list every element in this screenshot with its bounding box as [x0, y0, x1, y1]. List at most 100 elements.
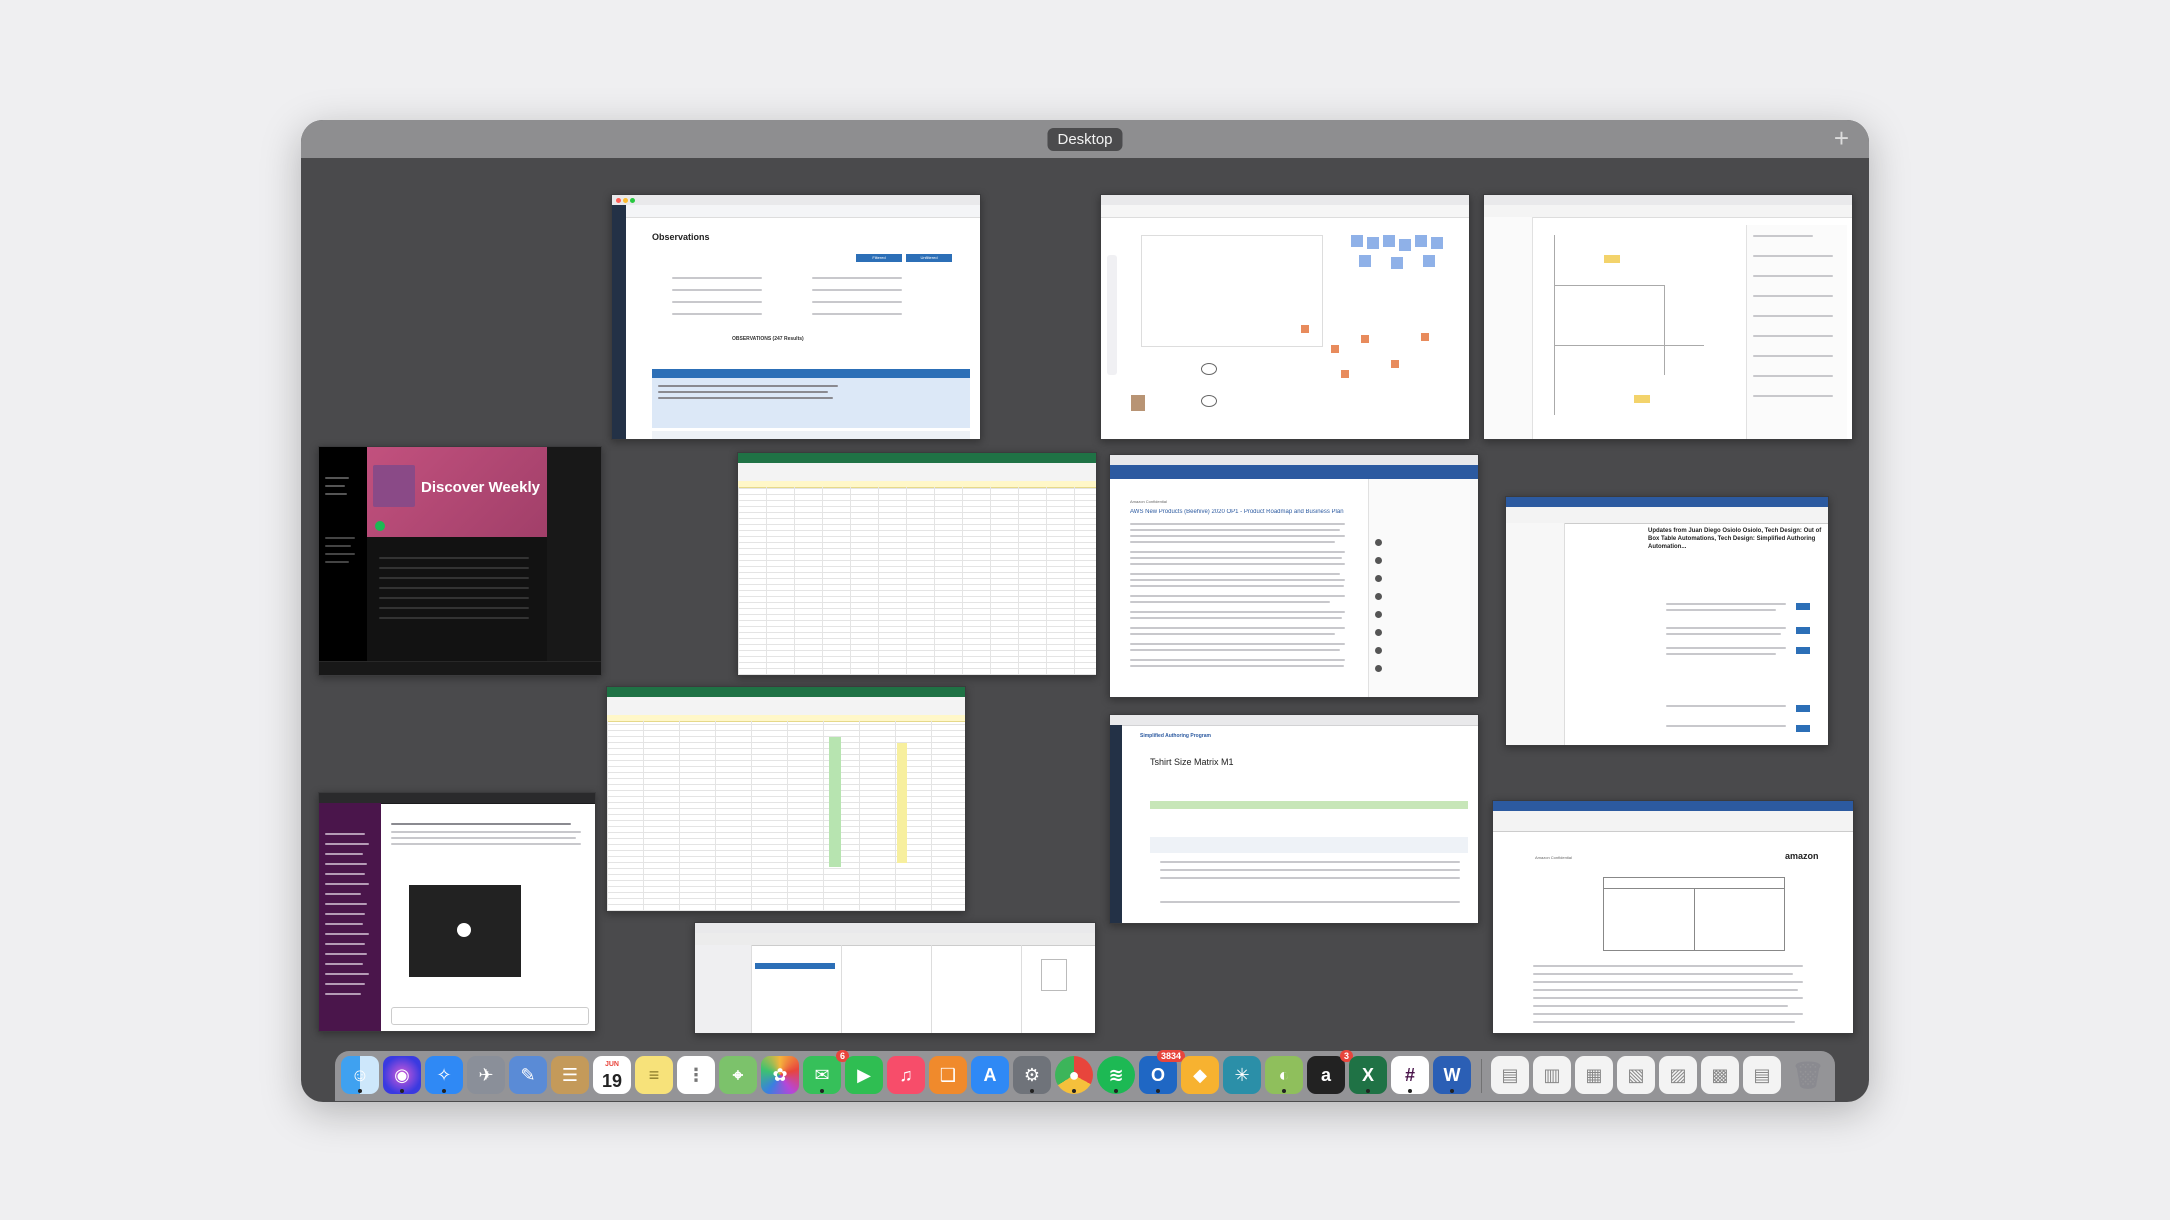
ribbon[interactable]	[1506, 507, 1828, 524]
recent-document-icon[interactable]: ▩	[1701, 1056, 1739, 1094]
launchpad-icon[interactable]: ✈	[467, 1056, 505, 1094]
finder-column[interactable]	[841, 945, 932, 1033]
excel-icon[interactable]: X	[1349, 1056, 1387, 1094]
word-icon[interactable]: W	[1433, 1056, 1471, 1094]
add-space-button[interactable]: +	[1834, 123, 1849, 153]
contacts-panel	[1368, 479, 1478, 697]
recent-document-icon[interactable]: ▤	[1491, 1056, 1529, 1094]
notes-icon[interactable]: ≡	[635, 1056, 673, 1094]
app-sidebar	[612, 205, 626, 439]
recent-document-icon[interactable]: ▦	[1575, 1056, 1613, 1094]
window-slack[interactable]	[318, 792, 596, 1032]
a-sync-icon[interactable]: ◐	[1265, 1056, 1303, 1094]
slack-icon[interactable]: #	[1391, 1056, 1429, 1094]
contacts-icon[interactable]: ☰	[551, 1056, 589, 1094]
window-observations[interactable]: Observations Filtered Unfiltered OBSERVA…	[611, 194, 981, 440]
window-finder[interactable]	[694, 922, 1096, 1034]
doc-heading: AWS New Products (Beehive) 2020 OP1 - Pr…	[1130, 509, 1344, 515]
action-button[interactable]	[1796, 603, 1810, 610]
finder-column[interactable]	[751, 945, 842, 1033]
amazon-icon[interactable]: a3	[1307, 1050, 1353, 1094]
photos-icon[interactable]: ✿	[761, 1056, 799, 1094]
play-icon[interactable]	[457, 923, 471, 937]
perplexity-icon[interactable]: ✳	[1223, 1056, 1261, 1094]
info-banner	[1150, 801, 1468, 809]
ribbon[interactable]	[738, 463, 1096, 482]
chrome-icon[interactable]: ●	[1055, 1056, 1093, 1094]
app-store-icon[interactable]: A	[971, 1056, 1009, 1094]
recent-document-icon[interactable]: ▥	[1533, 1056, 1571, 1094]
zoom-icon[interactable]	[630, 198, 635, 203]
ribbon[interactable]	[607, 697, 965, 716]
thumbnail-image	[1131, 395, 1145, 411]
window-word-doc[interactable]: Amazon Confidential amazon	[1492, 800, 1854, 1034]
spotify-icon[interactable]: ≋	[1097, 1056, 1135, 1094]
spreadsheet-grid[interactable]	[738, 487, 1096, 675]
app-nav	[1110, 465, 1478, 479]
mission-control-frame: Desktop + Observations Filtered Unfilter…	[301, 120, 1869, 1102]
xcode-preview-icon[interactable]: ✎	[509, 1056, 547, 1094]
recent-document-icon[interactable]: ▧	[1617, 1056, 1655, 1094]
action-button[interactable]	[1796, 627, 1810, 634]
outlook-icon[interactable]: O 3834	[1139, 1050, 1185, 1094]
ribbon[interactable]	[1493, 811, 1853, 832]
finder-icon[interactable]: ☺	[341, 1056, 379, 1094]
amazon-logo: amazon	[1785, 851, 1819, 861]
play-button[interactable]	[375, 521, 385, 531]
facetime-icon[interactable]: ▶	[845, 1056, 883, 1094]
diagram-area	[1141, 235, 1323, 347]
window-outlook[interactable]: Updates from Juan Diego Osiolo Osiolo, T…	[1505, 496, 1829, 746]
window-tshirt-matrix[interactable]: Simplified Authoring Program Tshirt Size…	[1109, 714, 1479, 924]
books-icon[interactable]: ❑	[929, 1056, 967, 1094]
doc-confidential: Amazon Confidential	[1130, 499, 1167, 504]
doc-confidential: Amazon Confidential	[1535, 855, 1572, 860]
builder-sidebar	[1484, 217, 1533, 439]
video-attachment[interactable]	[409, 885, 521, 977]
mail-subject: Updates from Juan Diego Osiolo Osiolo, T…	[1648, 528, 1822, 550]
input-row[interactable]	[1150, 837, 1468, 853]
tool-palette[interactable]	[1107, 255, 1117, 375]
maps-icon[interactable]: ⌖	[719, 1056, 757, 1094]
close-icon[interactable]	[616, 198, 621, 203]
window-excel-2[interactable]	[606, 686, 966, 912]
message-input[interactable]	[391, 1007, 589, 1025]
window-spotify[interactable]: Discover Weekly	[318, 446, 602, 676]
unfilter-button[interactable]: Unfiltered	[906, 254, 952, 262]
friend-activity	[547, 447, 601, 675]
spreadsheet-grid[interactable]	[607, 721, 965, 911]
music-icon[interactable]: ♫	[887, 1056, 925, 1094]
app-nav	[626, 205, 980, 218]
trash-icon[interactable]: 🗑	[1789, 1056, 1827, 1094]
window-whiteboard[interactable]	[1100, 194, 1470, 440]
sticky-notes-cluster	[1351, 235, 1456, 285]
player-bar[interactable]	[319, 661, 601, 675]
finder-column[interactable]	[931, 945, 1022, 1033]
window-titlebar	[1110, 715, 1478, 726]
action-button[interactable]	[1796, 725, 1810, 732]
desktop-space-label[interactable]: Desktop	[1047, 128, 1123, 151]
results-header: OBSERVATIONS (247 Results)	[732, 336, 804, 342]
action-button[interactable]	[1796, 705, 1810, 712]
playlist-cover	[373, 465, 415, 507]
action-button[interactable]	[1796, 647, 1810, 654]
system-preferences-icon[interactable]: ⚙	[1013, 1056, 1051, 1094]
messages-icon[interactable]: ✉ 6	[803, 1050, 849, 1094]
window-document-crm[interactable]: Amazon Confidential AWS New Products (Be…	[1109, 454, 1479, 698]
recent-document-icon[interactable]: ▤	[1743, 1056, 1781, 1094]
window-excel-1[interactable]	[737, 452, 1097, 676]
recent-document-icon[interactable]: ▨	[1659, 1056, 1697, 1094]
reminders-icon[interactable]: ⋮	[677, 1056, 715, 1094]
sketch-icon[interactable]: ◆	[1181, 1056, 1219, 1094]
page-title: Observations	[652, 232, 710, 242]
doc-table	[1603, 877, 1785, 951]
finder-sidebar	[695, 945, 752, 1033]
siri-icon[interactable]: ◉	[383, 1056, 421, 1094]
safari-icon[interactable]: ✧	[425, 1056, 463, 1094]
table-header-row	[652, 369, 970, 378]
filter-button[interactable]: Filtered	[856, 254, 902, 262]
minimize-icon[interactable]	[623, 198, 628, 203]
calendar-month: JUN	[604, 1061, 619, 1068]
window-builder-app[interactable]	[1483, 194, 1853, 440]
table-row[interactable]	[652, 431, 970, 439]
calendar-icon[interactable]: JUN 19	[593, 1056, 631, 1094]
